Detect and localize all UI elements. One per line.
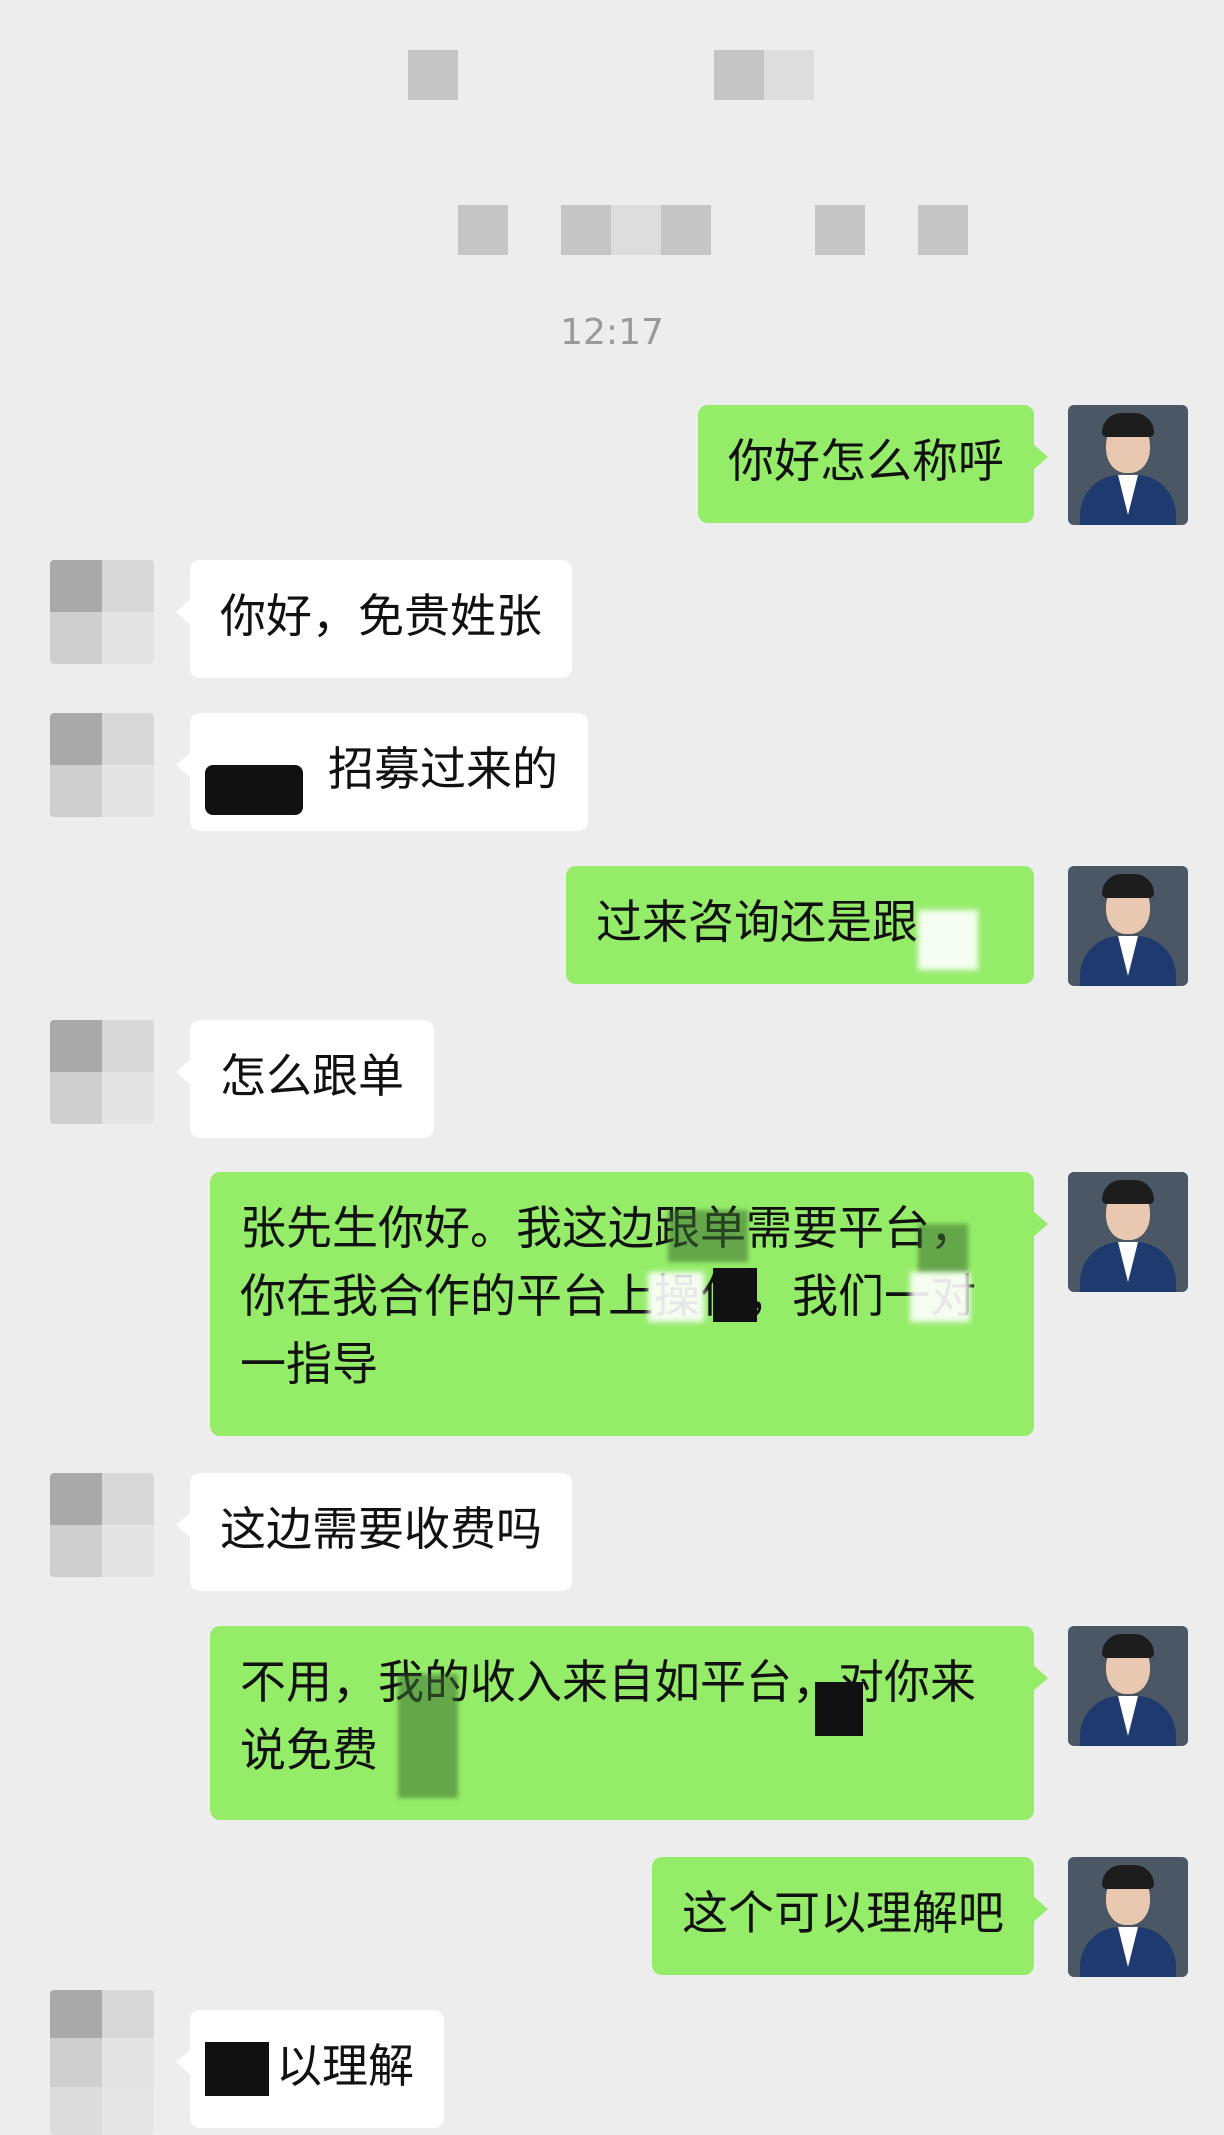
blurred-header-block — [918, 205, 968, 255]
blurred-header-block — [714, 50, 764, 100]
contact-avatar[interactable] — [50, 1020, 154, 1124]
my-avatar[interactable] — [1068, 1626, 1188, 1746]
redaction-smudge — [918, 910, 978, 970]
message-bubble-sent[interactable]: 这个可以理解吧 — [652, 1857, 1048, 1975]
redaction-mark — [815, 1682, 863, 1736]
message-bubble-received[interactable]: 这边需要收费吗 — [176, 1473, 572, 1591]
redaction-smudge — [918, 1224, 968, 1274]
message-bubble-sent[interactable]: 你好怎么称呼 — [698, 405, 1048, 523]
blurred-header-block — [458, 205, 508, 255]
blurred-header-block — [408, 50, 458, 100]
contact-avatar[interactable] — [50, 713, 154, 817]
redaction-smudge — [648, 1272, 704, 1322]
contact-avatar[interactable] — [50, 1990, 154, 2135]
redaction-mark — [713, 1268, 757, 1322]
my-avatar[interactable] — [1068, 1172, 1188, 1292]
contact-avatar[interactable] — [50, 560, 154, 664]
chat-timestamp: 12:17 — [560, 312, 664, 353]
blurred-header-block — [661, 205, 711, 255]
redaction-smudge — [398, 1674, 458, 1798]
message-bubble-sent[interactable]: 不用，我的收入来自如平台，对你来说免费 — [210, 1626, 1048, 1820]
blurred-header-block — [815, 205, 865, 255]
redaction-mark — [205, 2042, 269, 2096]
blurred-header-block — [611, 205, 661, 255]
contact-avatar[interactable] — [50, 1473, 154, 1577]
my-avatar[interactable] — [1068, 1857, 1188, 1977]
my-avatar[interactable] — [1068, 405, 1188, 525]
redaction-mark — [205, 765, 303, 815]
message-bubble-received[interactable]: 怎么跟单 — [176, 1020, 434, 1138]
blurred-header-block — [561, 205, 611, 255]
redaction-smudge — [668, 1210, 748, 1262]
blurred-header-block — [764, 50, 814, 100]
my-avatar[interactable] — [1068, 866, 1188, 986]
redaction-smudge — [910, 1272, 970, 1322]
message-bubble-received[interactable]: 你好，免贵姓张 — [176, 560, 572, 678]
